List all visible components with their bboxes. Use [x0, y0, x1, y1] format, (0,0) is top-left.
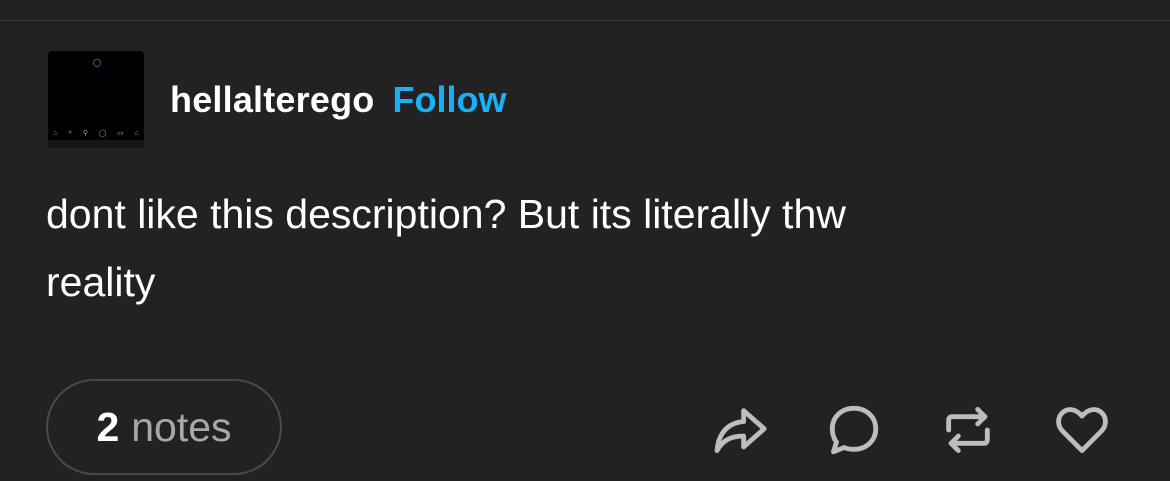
share-button[interactable] — [710, 400, 770, 460]
avatar[interactable]: ⌂ ⌕ ⚲ ◯ ▭ ⌂ — [48, 51, 144, 148]
post-body: dont like this description? But its lite… — [46, 180, 1106, 316]
like-button[interactable] — [1052, 400, 1112, 460]
follow-button[interactable]: Follow — [392, 79, 506, 121]
reblog-icon — [946, 407, 990, 453]
top-divider — [0, 20, 1170, 21]
post-text-line: reality — [46, 259, 156, 305]
reply-button[interactable] — [824, 400, 884, 460]
avatar-dot — [93, 59, 101, 67]
avatar-strip — [48, 140, 144, 148]
username[interactable]: hellalterego — [170, 79, 374, 121]
avatar-toolbar: ⌂ ⌕ ⚲ ◯ ▭ ⌂ — [53, 129, 139, 137]
notes-label: notes — [131, 403, 232, 450]
post-header: ⌂ ⌕ ⚲ ◯ ▭ ⌂ hellalterego Follow — [48, 51, 506, 148]
notes-count: 2 — [96, 403, 120, 450]
reply-icon — [829, 405, 879, 455]
post-text-line: dont like this description? But its lite… — [46, 191, 846, 237]
notes-button[interactable]: 2 notes — [46, 379, 282, 475]
reblog-button[interactable] — [938, 400, 998, 460]
like-icon — [1056, 407, 1108, 453]
share-icon — [714, 408, 767, 453]
